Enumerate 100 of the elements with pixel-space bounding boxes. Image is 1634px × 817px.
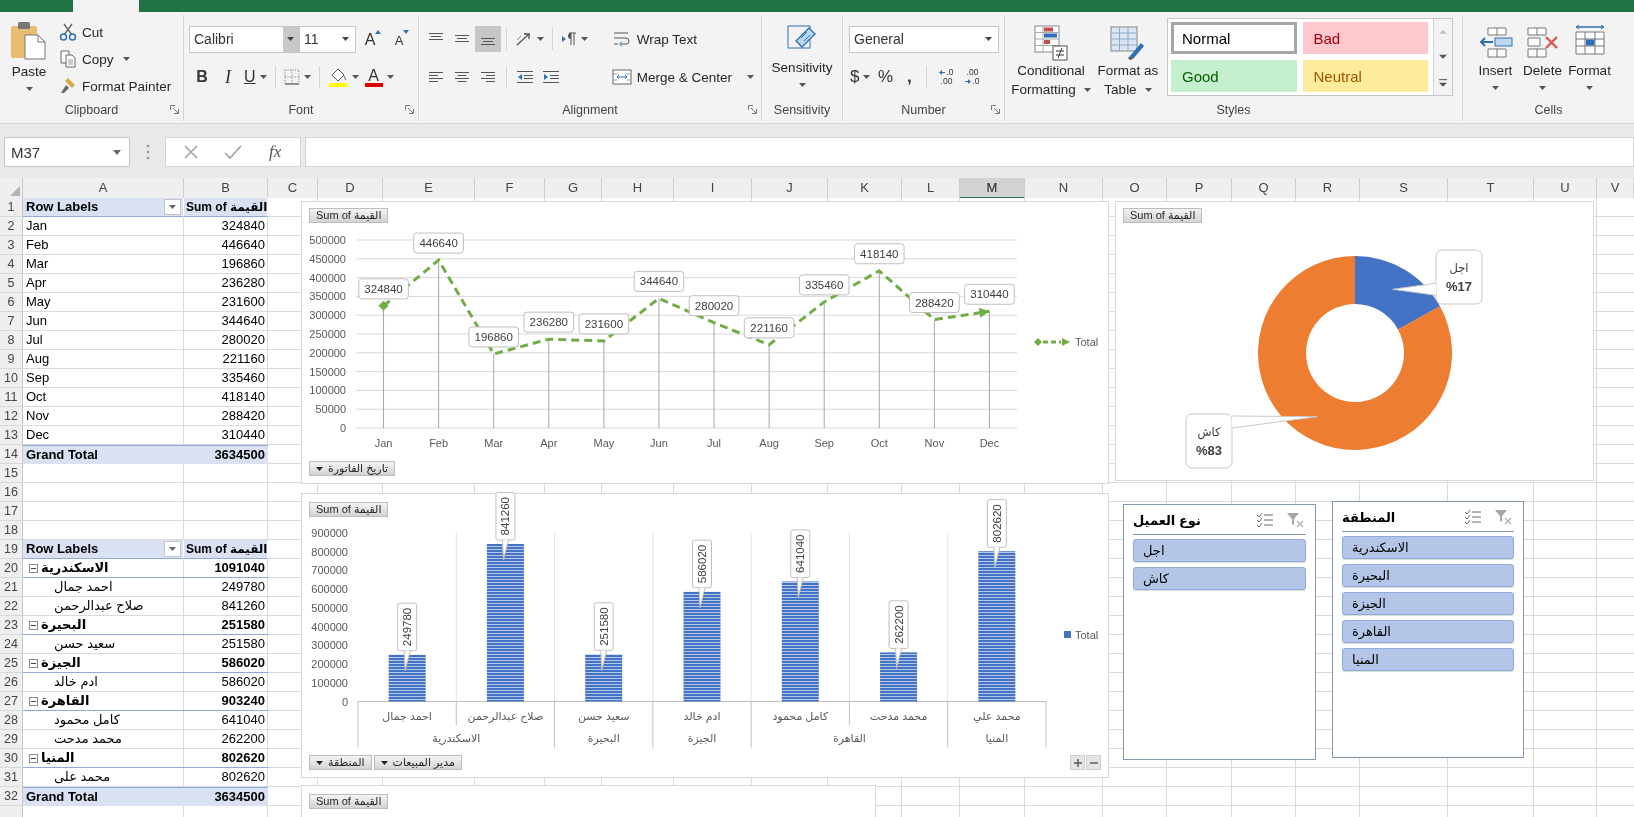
dialog-launcher-icon[interactable] [170,105,179,114]
paste-button[interactable]: Paste [4,15,54,100]
name-box[interactable]: M37 [4,137,130,167]
slice-label: اجل [1449,262,1469,274]
dropdown-button[interactable] [283,26,299,52]
bar [880,652,918,702]
table-cell-text: سعيد حسن [53,635,117,654]
cell-style-item[interactable]: Bad [1302,22,1428,54]
data-label: 418140 [854,243,905,265]
slice-label: كاش [1197,426,1222,440]
delete-button[interactable]: Delete [1519,15,1566,100]
cell-style-item[interactable]: Normal [1171,22,1297,54]
legend-label: Total [1075,629,1099,641]
cancel-icon[interactable] [182,144,199,160]
formula-input[interactable] [305,137,1634,167]
slicer-item[interactable]: الجيزة [1342,592,1514,615]
checkmark-icon[interactable] [223,144,242,160]
font-name-field[interactable]: Calibri [189,25,300,53]
slicer-item[interactable]: القاهرة [1342,620,1514,643]
axis-label: Oct [870,437,888,449]
slicer-item[interactable]: الاسكندرية [1342,536,1514,559]
grow-font-button[interactable]: A [361,26,385,52]
multi-select-icon[interactable] [1464,509,1482,525]
field-button[interactable]: مدير المبيعات [373,755,462,770]
minus-box-icon[interactable] [29,658,38,668]
table-cell-text: Jul [25,331,44,349]
sensitivity-button[interactable]: Sensitivity [768,15,836,100]
axis-label: 250000 [309,328,346,340]
format-as-table-button[interactable]: Format as Table [1093,15,1163,100]
arrow-left-icon [939,70,946,75]
bottom-align-button[interactable] [475,26,501,52]
increase-decimal-button[interactable]: .0 .00 [934,64,959,90]
axis-label: 800000 [311,545,348,558]
axis-label: 50000 [315,403,346,416]
currency-button[interactable]: $ [847,64,874,90]
comma-style-button[interactable]: , [897,64,922,90]
font-size-field[interactable]: 11 [299,25,356,53]
table-cell-text: 446640 [220,236,266,254]
wrap-text-button[interactable]: Wrap Text [608,27,700,51]
dialog-launcher-icon[interactable] [748,105,757,114]
field-button[interactable]: تاريخ الفاتورة [309,461,396,476]
row-label: القاهرة [41,692,90,710]
conditional-formatting-button[interactable]: Conditional Formatting [1009,15,1093,100]
collapse-field-button[interactable] [1086,755,1101,770]
field-button[interactable]: Sum of القيمة [309,208,389,223]
slicer-item[interactable]: كاش [1133,567,1306,590]
axis-label: احمد جمال [382,710,432,722]
expand-field-button[interactable] [1070,755,1085,770]
decrease-decimal-button[interactable]: .00 .0 [960,64,985,90]
table-cell-text: 196860 [220,255,266,273]
minus-box-icon[interactable] [29,563,38,573]
slicer-item[interactable]: اجل [1133,539,1306,562]
field-button[interactable]: Sum of القيمة [309,502,389,517]
caret-icon [386,75,394,79]
font-color-button[interactable]: A [361,64,397,90]
percent-button[interactable]: % [873,64,898,90]
data-label: 236280 [529,316,568,329]
minus-box-icon[interactable] [29,620,38,630]
data-label: 262200 [892,605,905,644]
filter-dropdown-button[interactable] [164,199,181,215]
format-button[interactable]: Format [1566,15,1613,100]
filter-dropdown-button[interactable] [164,541,181,557]
data-label: 231600 [584,317,624,330]
axis-label: 450000 [309,252,346,265]
field-button[interactable]: المنطقة [309,755,372,770]
insert-button[interactable]: Insert [1472,15,1519,100]
number-format-field[interactable]: General [849,25,999,53]
bold-button[interactable]: B [189,64,215,90]
underline-button[interactable]: U [241,64,270,90]
format-painter-button[interactable]: Format Painter [56,74,175,98]
copy-button[interactable]: Copy [56,47,175,71]
cell-style-item[interactable]: Neutral [1302,60,1428,92]
slicer-item[interactable]: المنيا [1342,648,1514,671]
caret-icon [351,75,359,79]
italic-button[interactable]: I [215,64,241,90]
data-label: 251580 [593,602,614,671]
cell-style-item[interactable]: Good [1171,60,1297,92]
table-cell-text: 310440 [220,426,266,444]
merge-center-button[interactable]: Merge & Center [608,65,757,89]
caret-icon [1144,87,1152,92]
dialog-launcher-icon[interactable] [405,105,414,114]
column-header[interactable]: M [960,178,1025,199]
dialog-launcher-icon[interactable] [991,105,1000,114]
table-cell-text: 418140 [220,388,266,406]
minus-box-icon[interactable] [29,753,38,763]
minus-box-icon[interactable] [29,696,38,706]
cut-button[interactable]: Cut [56,20,175,44]
shrink-font-button[interactable]: A [390,26,414,52]
insert-function-button[interactable]: fx [267,142,284,162]
caret-icon [985,37,992,41]
field-button[interactable]: Sum of القيمة [309,794,389,809]
field-button[interactable]: Sum of القيمة [1123,208,1203,223]
slicer-item[interactable]: البحيرة [1342,564,1514,587]
plus-icon [1073,758,1082,767]
align-left-icon [428,70,444,84]
axis-label: Nov [924,437,945,449]
drag-handle-icon[interactable] [146,144,150,160]
table-cell-text: 586020 [220,673,266,691]
multi-select-icon[interactable] [1256,512,1274,528]
axis-label: محمد مدحت [869,710,928,722]
